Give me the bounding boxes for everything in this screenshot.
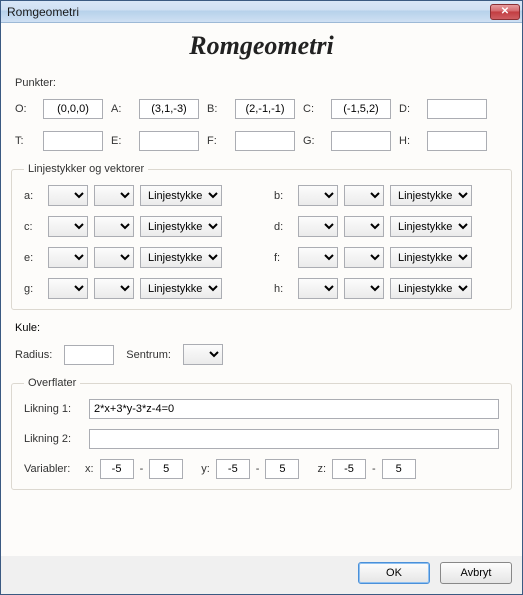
point-label-b: B: (207, 103, 227, 115)
line-c-from[interactable] (48, 216, 88, 237)
line-label-f: f: (274, 252, 292, 264)
close-button[interactable]: ✕ (490, 4, 520, 20)
line-label-g: g: (24, 283, 42, 295)
vars-label: Variabler: (24, 463, 79, 475)
radius-label: Radius: (15, 349, 52, 361)
point-input-h[interactable] (427, 131, 487, 151)
line-e-to[interactable] (94, 247, 134, 268)
point-input-f[interactable] (235, 131, 295, 151)
kule-row: Radius: Sentrum: (15, 344, 508, 365)
lines-section: Linjestykker og vektorer a: Linjestykke … (11, 163, 512, 310)
line-h-type[interactable]: Linjestykke (390, 278, 472, 299)
line-a-to[interactable] (94, 185, 134, 206)
dialog-footer: OK Avbryt (1, 556, 522, 594)
close-icon: ✕ (501, 6, 509, 17)
line-label-h: h: (274, 283, 292, 295)
content-area: Romgeometri Punkter: O: A: B: C: D: T: E… (1, 23, 522, 556)
line-b-from[interactable] (298, 185, 338, 206)
point-input-d[interactable] (427, 99, 487, 119)
point-label-h: H: (399, 135, 419, 147)
line-d-to[interactable] (344, 216, 384, 237)
sentrum-label: Sentrum: (126, 349, 171, 361)
point-input-o[interactable] (43, 99, 103, 119)
kule-heading: Kule: (15, 322, 508, 334)
y-min-input[interactable] (216, 459, 250, 479)
ok-button[interactable]: OK (358, 562, 430, 584)
surfaces-legend: Overflater (24, 377, 80, 389)
point-label-c: C: (303, 103, 323, 115)
page-title: Romgeometri (11, 29, 512, 65)
dash-icon: - (256, 463, 260, 475)
line-c-type[interactable]: Linjestykke (140, 216, 222, 237)
point-label-o: O: (15, 103, 35, 115)
point-input-c[interactable] (331, 99, 391, 119)
z-min-input[interactable] (332, 459, 366, 479)
dash-icon: - (372, 463, 376, 475)
line-f-type[interactable]: Linjestykke (390, 247, 472, 268)
z-label: z: (317, 463, 326, 475)
point-input-b[interactable] (235, 99, 295, 119)
point-input-a[interactable] (139, 99, 199, 119)
line-c-to[interactable] (94, 216, 134, 237)
dialog-window: Romgeometri ✕ Romgeometri Punkter: O: A:… (0, 0, 523, 595)
line-h-from[interactable] (298, 278, 338, 299)
point-label-g: G: (303, 135, 323, 147)
eq2-label: Likning 2: (24, 433, 79, 445)
line-b-type[interactable]: Linjestykke (390, 185, 472, 206)
line-f-to[interactable] (344, 247, 384, 268)
x-label: x: (85, 463, 94, 475)
point-label-f: F: (207, 135, 227, 147)
line-h-to[interactable] (344, 278, 384, 299)
line-g-to[interactable] (94, 278, 134, 299)
window-title: Romgeometri (7, 5, 79, 19)
variables-row: Variabler: x: - y: - z: - (24, 459, 499, 479)
line-d-type[interactable]: Linjestykke (390, 216, 472, 237)
y-label: y: (201, 463, 210, 475)
point-input-e[interactable] (139, 131, 199, 151)
point-input-g[interactable] (331, 131, 391, 151)
eq1-input[interactable] (89, 399, 499, 419)
titlebar: Romgeometri ✕ (1, 1, 522, 23)
line-g-from[interactable] (48, 278, 88, 299)
line-a-from[interactable] (48, 185, 88, 206)
line-label-c: c: (24, 221, 42, 233)
line-d-from[interactable] (298, 216, 338, 237)
kule-section: Kule: Radius: Sentrum: (11, 316, 512, 371)
dash-icon: - (140, 463, 144, 475)
z-max-input[interactable] (382, 459, 416, 479)
line-label-d: d: (274, 221, 292, 233)
point-label-d: D: (399, 103, 419, 115)
point-label-e: E: (111, 135, 131, 147)
line-f-from[interactable] (298, 247, 338, 268)
point-label-t: T: (15, 135, 35, 147)
lines-grid: a: Linjestykke b: Linjestykke c: Linjest… (24, 185, 499, 299)
point-label-a: A: (111, 103, 131, 115)
cancel-button[interactable]: Avbryt (440, 562, 512, 584)
surfaces-section: Overflater Likning 1: Likning 2: Variabl… (11, 377, 512, 490)
y-max-input[interactable] (265, 459, 299, 479)
points-section: Punkter: O: A: B: C: D: T: E: F: G: (11, 71, 512, 157)
x-min-input[interactable] (100, 459, 134, 479)
line-e-from[interactable] (48, 247, 88, 268)
line-g-type[interactable]: Linjestykke (140, 278, 222, 299)
line-b-to[interactable] (344, 185, 384, 206)
line-label-a: a: (24, 190, 42, 202)
line-e-type[interactable]: Linjestykke (140, 247, 222, 268)
radius-input[interactable] (64, 345, 114, 365)
sentrum-select[interactable] (183, 344, 223, 365)
eq2-input[interactable] (89, 429, 499, 449)
x-max-input[interactable] (149, 459, 183, 479)
point-input-t[interactable] (43, 131, 103, 151)
lines-legend: Linjestykker og vektorer (24, 163, 148, 175)
equation1-row: Likning 1: (24, 399, 499, 419)
eq1-label: Likning 1: (24, 403, 79, 415)
line-label-e: e: (24, 252, 42, 264)
points-grid: O: A: B: C: D: T: E: F: G: H: (15, 99, 508, 151)
line-label-b: b: (274, 190, 292, 202)
line-a-type[interactable]: Linjestykke (140, 185, 222, 206)
equation2-row: Likning 2: (24, 429, 499, 449)
points-heading: Punkter: (15, 77, 508, 89)
